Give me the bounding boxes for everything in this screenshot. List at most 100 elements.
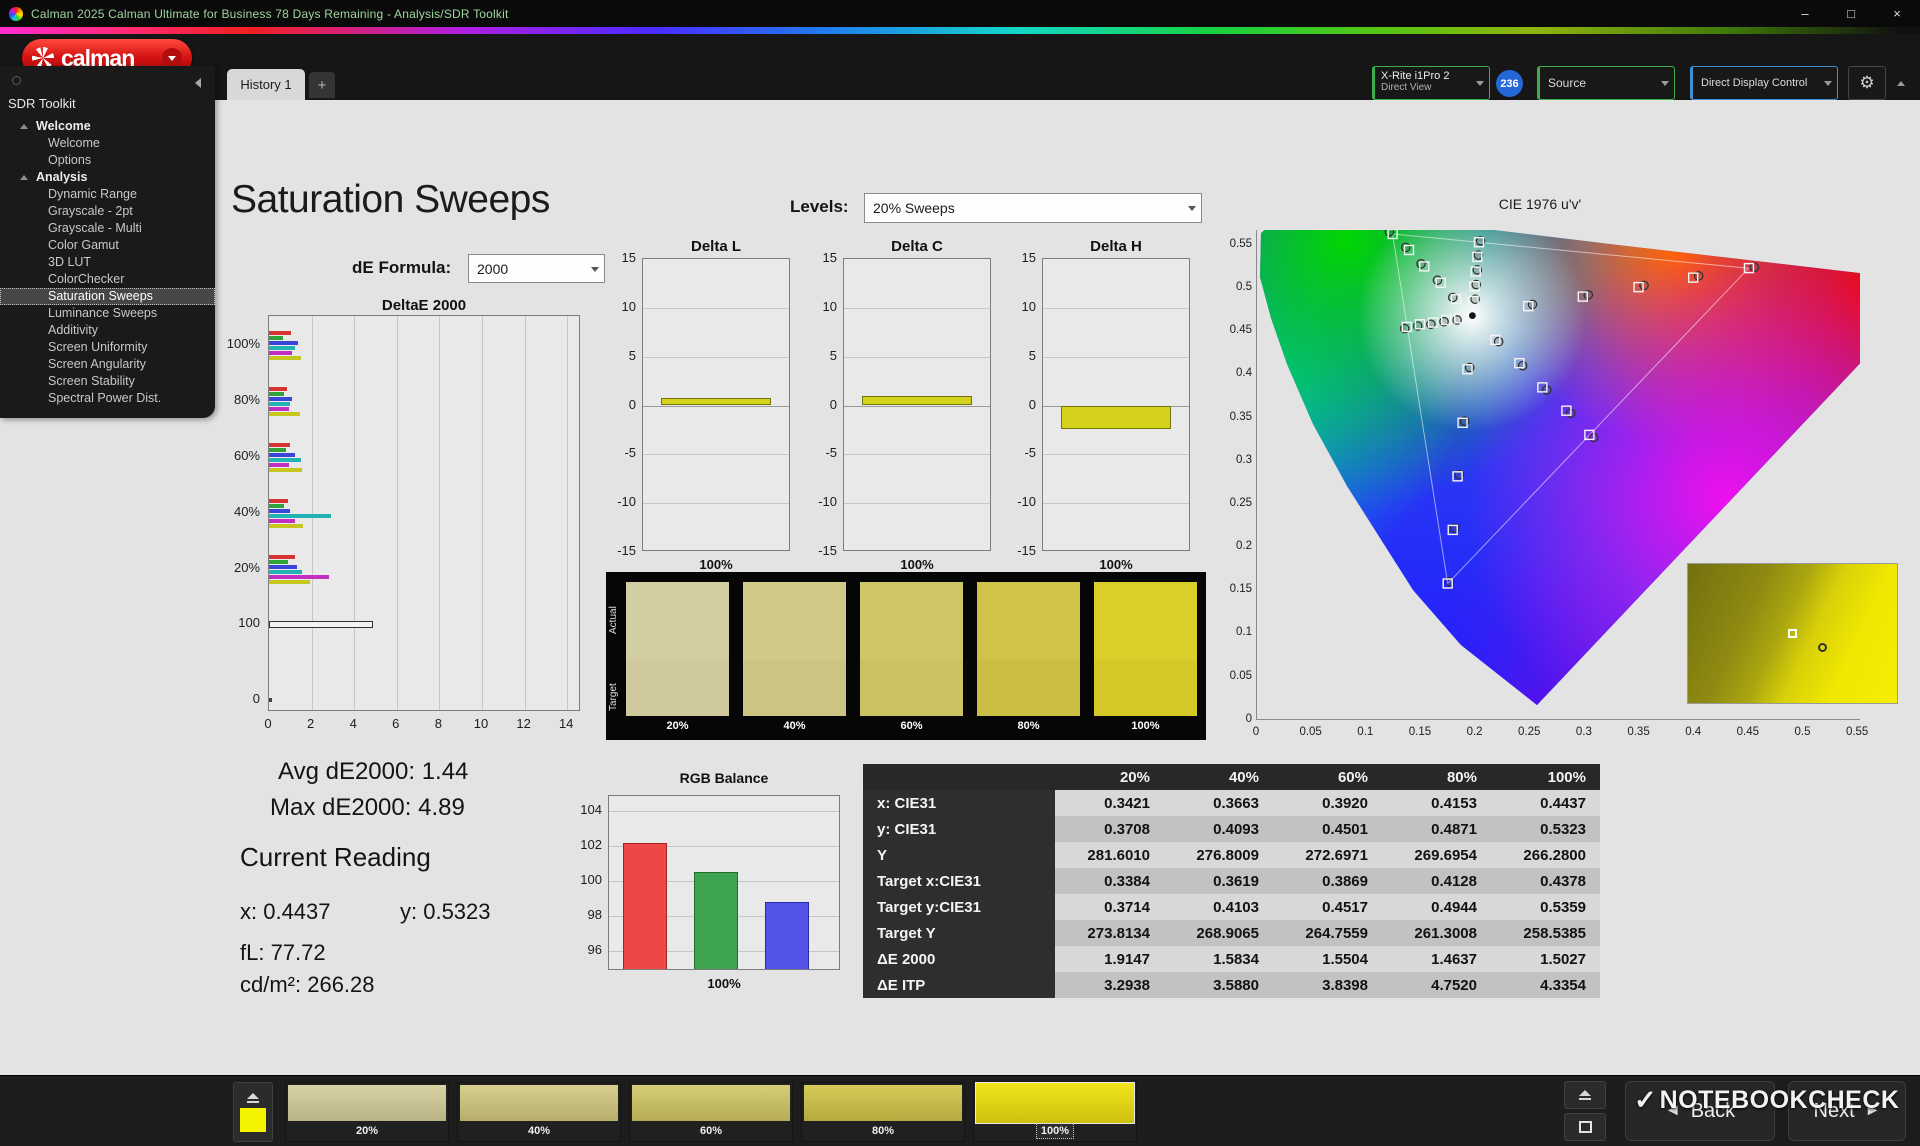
levels-select[interactable]: 20% Sweeps: [864, 193, 1202, 223]
delta-h-chart: Delta H 15 10 5 0 -5 -10 -15 100%: [1000, 238, 1232, 580]
de2000-bar: [269, 345, 295, 350]
sidebar: SDR Toolkit Welcome Welcome Options Analysi…: [0, 66, 215, 418]
next-arrow-icon: ►: [1864, 1102, 1881, 1119]
sidebar-item-analysis[interactable]: Analysis: [0, 169, 215, 186]
table-cell: 1.5834: [1164, 946, 1273, 972]
workflow-tree: Welcome Welcome Options Analysis Dynamic Ran…: [0, 118, 215, 407]
table-cell: 1.5504: [1273, 946, 1382, 972]
saturation-swatch: [860, 582, 963, 716]
sidebar-item-color-gamut[interactable]: Color Gamut: [0, 237, 215, 254]
table-row: Target y:CIE31 0.3714 0.4103 0.4517 0.4944 0.…: [863, 894, 1600, 920]
y-tick-label: 15: [621, 250, 636, 265]
rgb-bar-red: [623, 842, 667, 969]
maximize-button[interactable]: □: [1828, 0, 1874, 27]
display-control-dropdown[interactable]: Direct Display Control: [1690, 66, 1838, 100]
current-patch-swatch: [240, 1107, 266, 1132]
y-tick-label: 0: [628, 396, 636, 412]
de2000-bar: [269, 406, 290, 411]
calman-menu-dropdown[interactable]: [162, 48, 182, 68]
sidebar-item-label: Screen Uniformity: [48, 340, 148, 354]
meter-dropdown[interactable]: X-Rite i1Pro 2 Direct View: [1372, 66, 1490, 100]
gridline: [1043, 356, 1189, 358]
stop-button[interactable]: [1564, 1113, 1606, 1141]
source-dropdown[interactable]: Source: [1537, 66, 1675, 100]
x-tick-label: 4: [349, 716, 357, 731]
sidebar-item-screen-uniformity[interactable]: Screen Uniformity: [0, 339, 215, 356]
y-tick-label: 10: [1021, 298, 1036, 314]
table-cell: 266.2800: [1491, 842, 1600, 868]
next-button[interactable]: Next ►: [1788, 1081, 1906, 1141]
table-cell: 0.4153: [1382, 790, 1491, 816]
collapse-toolbar-button[interactable]: [1890, 66, 1912, 100]
sidebar-item-additivity[interactable]: Additivity: [0, 322, 215, 339]
add-tab-button[interactable]: +: [309, 72, 335, 98]
row-label: ΔE 2000: [863, 946, 1055, 972]
sidebar-item-grayscale-2pt[interactable]: Grayscale - 2pt: [0, 203, 215, 220]
sidebar-item-colorchecker[interactable]: ColorChecker: [0, 271, 215, 288]
back-button[interactable]: ◄ Back: [1625, 1081, 1775, 1141]
gridline: [524, 316, 526, 710]
sidebar-item-grayscale-multi[interactable]: Grayscale - Multi: [0, 220, 215, 237]
table-cell: 0.3920: [1273, 790, 1382, 816]
results-table: 20% 40% 60% 80% 100% x: CIE31 0.3421 0.3663 0.39…: [863, 764, 1600, 998]
patch-button-80[interactable]: 80%: [801, 1082, 965, 1142]
white-point: [1469, 312, 1476, 320]
patch-button-40[interactable]: 40%: [457, 1082, 621, 1142]
y-tick-label: 40%: [233, 504, 260, 519]
expander-icon: [20, 175, 28, 180]
sidebar-item-saturation-sweeps[interactable]: Saturation Sweeps: [0, 288, 215, 305]
table-cell: 264.7559: [1273, 920, 1382, 946]
sidebar-item-luminance-sweeps[interactable]: Luminance Sweeps: [0, 305, 215, 322]
target-swatch: [626, 660, 729, 716]
sidebar-item-screen-stability[interactable]: Screen Stability: [0, 373, 215, 390]
table-row: ΔE ITP 3.2938 3.5880 3.8398 4.7520 4.3354: [863, 972, 1600, 998]
reading-fl: fL: 77.72: [240, 940, 326, 965]
table-cell: 261.3008: [1382, 920, 1491, 946]
rgb-balance-chart: RGB Balance 100% 104 102 100 98 96: [560, 770, 852, 1012]
sidebar-item-screen-angularity[interactable]: Screen Angularity: [0, 356, 215, 373]
gridline: [1043, 503, 1189, 505]
close-button[interactable]: ×: [1874, 0, 1920, 27]
sidebar-item-options[interactable]: Options: [0, 152, 215, 169]
y-tick-label: -15: [617, 543, 636, 558]
de2000-bar: [269, 350, 293, 355]
x-tick-label: 0: [1252, 726, 1260, 738]
sidebar-item-dynamic-range[interactable]: Dynamic Range: [0, 186, 215, 203]
capture-patch-button[interactable]: [233, 1082, 273, 1142]
table-cell: 0.5323: [1491, 816, 1600, 842]
x-axis-label: 100%: [699, 557, 733, 572]
x-tick-label: 0: [264, 716, 272, 731]
gridline: [482, 316, 483, 710]
de2000-bar: [269, 569, 302, 574]
patch-label: 80%: [802, 1122, 964, 1137]
de-formula-select[interactable]: 2000: [468, 254, 605, 283]
table-cell: 0.4501: [1273, 816, 1382, 842]
eject-button[interactable]: [1564, 1081, 1606, 1109]
sidebar-item-spectral-power-dist-[interactable]: Spectral Power Dist.: [0, 390, 215, 407]
table-cell: 3.5880: [1164, 972, 1273, 998]
de2000-bar: [269, 503, 284, 508]
avg-de2000-stat: Avg dE2000: 1.44: [278, 758, 468, 786]
y-tick-label: 0.15: [1229, 583, 1252, 596]
swatch-label: 40%: [783, 720, 806, 732]
column-header: 20%: [1055, 764, 1164, 790]
patch-button-100[interactable]: 100%: [973, 1082, 1137, 1142]
sidebar-item-welcome[interactable]: Welcome: [0, 135, 215, 152]
patch-color: [288, 1085, 446, 1121]
sidebar-item-label: Analysis: [36, 170, 88, 184]
gridline: [439, 316, 441, 710]
patch-color: [460, 1085, 618, 1121]
rainbow-strip: [0, 27, 1920, 34]
patch-button-20[interactable]: 20%: [285, 1082, 449, 1142]
x-tick-label: 14: [558, 716, 574, 731]
x-tick-label: 0.45: [1736, 726, 1760, 738]
de2000-bar: [269, 564, 297, 569]
settings-gear-button[interactable]: ⚙: [1848, 66, 1886, 100]
sidebar-collapse-button[interactable]: [189, 74, 207, 92]
minimize-button[interactable]: –: [1782, 0, 1828, 27]
tab-history-1[interactable]: History 1: [227, 69, 305, 100]
sidebar-item-3d-lut[interactable]: 3D LUT: [0, 254, 215, 271]
table-cell: 4.7520: [1382, 972, 1491, 998]
sidebar-item-welcome[interactable]: Welcome: [0, 118, 215, 135]
patch-button-60[interactable]: 60%: [629, 1082, 793, 1142]
